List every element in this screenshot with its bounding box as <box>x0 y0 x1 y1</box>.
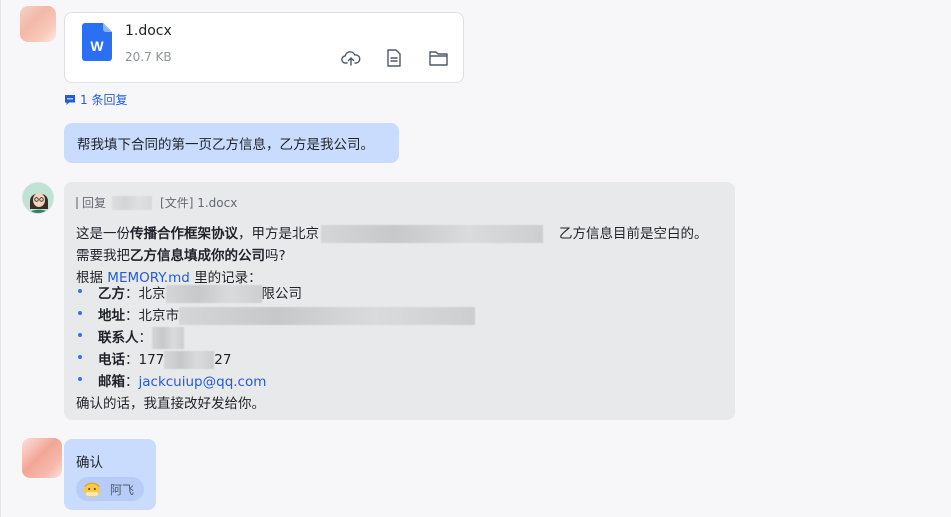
user-message-text: 帮我填下合同的第一页乙方信息，乙方是我公司。 <box>77 137 374 153</box>
list-item-party-b: 乙方：北京 限公司 <box>98 285 302 303</box>
quote-prefix: 回复 <box>82 196 107 210</box>
bullet <box>78 355 82 359</box>
redacted-block <box>165 285 262 303</box>
reaction-user-name: 阿飞 <box>110 482 135 497</box>
redacted-block <box>164 351 215 369</box>
user-avatar-2[interactable] <box>22 438 62 478</box>
message-line-1: 这是一份传播合作框架协议，甲方是北京 乙方信息目前是空白的。 <box>76 225 708 243</box>
confirm-message-text: 确认 <box>76 455 103 471</box>
redacted-block <box>179 307 475 325</box>
email-link[interactable]: jackcuiup@qq.com <box>139 374 267 390</box>
reply-count-link[interactable]: 1 条回复 <box>64 91 127 108</box>
message-line-2: 需要我把乙方信息填成你的公司吗? <box>76 248 286 264</box>
svg-text:W: W <box>90 38 104 54</box>
reply-quote[interactable]: 回复 [文件] 1.docx <box>76 194 237 211</box>
file-icon[interactable] <box>383 47 405 69</box>
bullet <box>78 377 82 381</box>
cloud-upload-icon[interactable] <box>340 47 362 69</box>
list-item-address: 地址：北京市 <box>98 304 475 325</box>
list-item-email: 邮箱：jackcuiup@qq.com <box>98 374 267 390</box>
file-name[interactable]: 1.docx <box>125 23 172 39</box>
file-size: 20.7 KB <box>125 50 172 64</box>
bullet <box>78 333 82 337</box>
closing-line: 确认的话，我直接改好发给你。 <box>76 396 265 412</box>
bullet <box>78 289 82 293</box>
file-card[interactable]: W 1.docx 20.7 KB <box>64 12 464 83</box>
bot-avatar[interactable] <box>22 182 54 214</box>
user-message-bubble[interactable]: 帮我填下合同的第一页乙方信息，乙方是我公司。 <box>64 123 399 163</box>
comment-icon <box>65 94 75 105</box>
redacted-block <box>112 195 153 210</box>
quote-bar <box>76 196 78 209</box>
bullet <box>78 311 82 315</box>
word-doc-icon: W <box>82 23 112 61</box>
bot-message-bubble[interactable]: 回复 [文件] 1.docx 这是一份传播合作框架协议，甲方是北京 乙方信息目前是… <box>64 182 735 420</box>
folder-icon[interactable] <box>427 47 449 69</box>
pane-left-border <box>0 0 1 517</box>
redacted-block <box>321 225 543 243</box>
reaction-chip[interactable]: 阿飞 <box>76 477 144 501</box>
confirm-message-bubble[interactable]: 确认 阿飞 <box>64 439 156 510</box>
emoji-icon <box>84 482 100 497</box>
reply-count-text[interactable]: 1 条回复 <box>80 91 127 108</box>
bot-avatar-icon <box>23 183 53 213</box>
list-item-contact: 联系人： <box>98 326 184 349</box>
user-avatar[interactable] <box>20 6 56 42</box>
quote-file: [文件] 1.docx <box>160 196 238 210</box>
list-item-phone: 电话：177 27 <box>98 351 232 369</box>
redacted-block <box>152 327 184 349</box>
